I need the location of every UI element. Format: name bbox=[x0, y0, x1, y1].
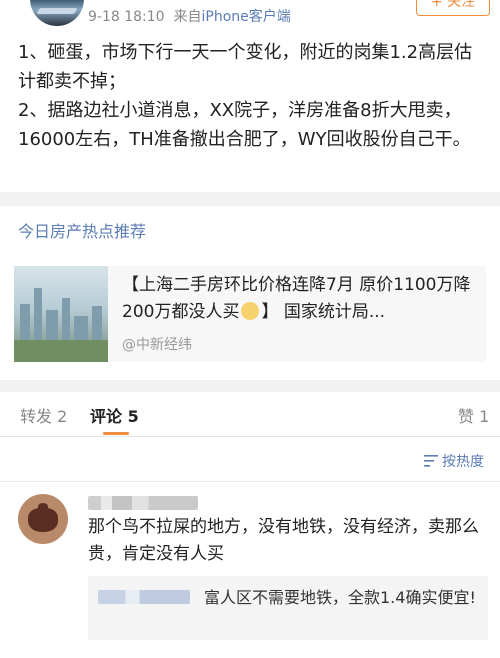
sort-by-hot-button[interactable]: 按热度 bbox=[424, 451, 484, 471]
news-title-part: 】 国家统计局... bbox=[261, 302, 386, 322]
follow-button[interactable]: + 关注 bbox=[416, 0, 490, 16]
author-avatar[interactable] bbox=[30, 0, 84, 26]
cat-face-emoji-icon bbox=[241, 302, 260, 320]
post-body: 1、砸蛋，市场下行一天一个变化，附近的岗集1.2高层估计都卖不掉； 2、据路边社… bbox=[18, 38, 488, 154]
interaction-tabs: 转发 2 评论 5 赞 1 bbox=[0, 392, 500, 437]
news-thumbnail bbox=[14, 266, 108, 362]
hot-topics-header: 今日房产热点推荐 bbox=[0, 206, 500, 251]
news-title: 【上海二手房环比价格连降7月 原价1100万降200万都没人买】 国家统计局..… bbox=[122, 272, 478, 326]
reply-box[interactable]: 富人区不需要地铁，全款1.4确实便宜! bbox=[88, 576, 488, 640]
tab-comment[interactable]: 评论 5 bbox=[90, 403, 139, 427]
post-paragraph: 1、砸蛋，市场下行一天一个变化，附近的岗集1.2高层估计都卖不掉； bbox=[18, 42, 473, 92]
commenter-name-blurred[interactable] bbox=[88, 496, 198, 510]
post-source-prefix: 来自 bbox=[173, 9, 202, 25]
news-source: @中新经纬 bbox=[122, 337, 192, 353]
post-card: 9-18 18:10 来自iPhone客户端 + 关注 1、砸蛋，市场下行一天一… bbox=[0, 0, 500, 192]
comment-text: 那个鸟不拉屎的地方，没有地铁，没有经济，卖那么贵，肯定没有人买 bbox=[88, 517, 479, 564]
post-paragraph: 2、据路边社小道消息，XX院子，洋房准备8折大甩卖，16000左右，TH准备撤出… bbox=[18, 100, 471, 150]
news-link[interactable]: 【上海二手房环比价格连降7月 原价1100万降200万都没人买】 国家统计局..… bbox=[14, 266, 486, 362]
active-tab-indicator bbox=[103, 432, 129, 435]
tab-like[interactable]: 赞 1 bbox=[458, 403, 489, 427]
post-time: 9-18 18:10 bbox=[88, 9, 165, 25]
sort-icon bbox=[424, 455, 438, 467]
sort-label: 按热度 bbox=[442, 454, 484, 470]
commenter-avatar[interactable] bbox=[18, 494, 68, 544]
comment-item: 那个鸟不拉屎的地方，没有地铁，没有经济，卖那么贵，肯定没有人买 富人区不需要地铁… bbox=[0, 482, 500, 658]
tab-repost[interactable]: 转发 2 bbox=[20, 403, 67, 427]
hot-topics-title[interactable]: 今日房产热点推荐 bbox=[18, 218, 146, 242]
news-card: 【上海二手房环比价格连降7月 原价1100万降200万都没人买】 国家统计局..… bbox=[0, 250, 500, 380]
post-meta: 9-18 18:10 来自iPhone客户端 bbox=[88, 6, 291, 26]
sort-bar: 按热度 bbox=[0, 437, 500, 482]
post-source-link[interactable]: iPhone客户端 bbox=[201, 9, 290, 25]
reply-text: 富人区不需要地铁，全款1.4确实便宜! bbox=[204, 588, 476, 607]
